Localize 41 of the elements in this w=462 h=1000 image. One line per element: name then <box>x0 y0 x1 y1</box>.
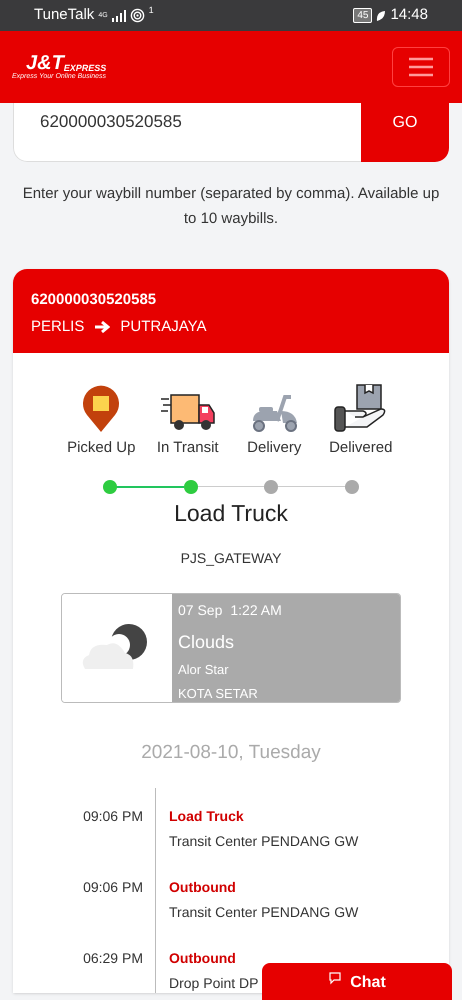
menu-icon <box>408 57 434 77</box>
stage-label: Delivery <box>247 438 302 458</box>
arrow-right-icon <box>94 320 110 334</box>
stage-label: In Transit <box>156 438 219 458</box>
weather-date: 07 Sep <box>178 601 222 620</box>
leaf-icon <box>376 10 386 22</box>
signal-icon <box>112 10 126 22</box>
date-heading: 2021-08-10, Tuesday <box>140 741 322 765</box>
event-time: 09:06 PM <box>82 878 143 896</box>
event-status: Outbound <box>169 948 237 968</box>
event-location: Drop Point DP <box>169 974 258 992</box>
hotspot-count: 1 <box>148 4 154 18</box>
chat-bubble-icon <box>328 971 342 985</box>
waybill-number: 620000030520585 <box>31 290 158 310</box>
waybill-input-field[interactable]: 620000030520585 <box>13 103 361 162</box>
clock-time: 14:48 <box>390 5 428 26</box>
carrier-name: TuneTalk <box>34 5 94 26</box>
stage-label: Picked Up <box>67 438 136 458</box>
logo-word: EXPRESS <box>64 64 106 73</box>
event-time: 09:06 PM <box>82 806 143 826</box>
event-status: Load Truck <box>169 806 245 826</box>
chat-button[interactable]: Chat <box>262 963 452 1000</box>
current-location-text: PJS_GATEWAY <box>180 549 282 568</box>
event-location: Transit Center PENDANG GW <box>169 832 358 850</box>
origin-text: PERLIS <box>31 316 84 336</box>
current-status-title: Load Truck <box>173 498 289 528</box>
waybill-hint-text: Enter your waybill number (separated by comma). Available up to 10 waybills. <box>22 184 440 229</box>
weather-area: KOTA SETAR <box>178 684 394 702</box>
stage-label: Delivered <box>329 438 392 458</box>
hotspot-icon <box>130 8 145 23</box>
go-button[interactable]: GO <box>361 103 449 162</box>
menu-button[interactable] <box>392 47 450 87</box>
event-time: 06:29 PM <box>82 948 143 968</box>
event-location: Transit Center PENDANG GW <box>169 902 358 922</box>
destination-text: PUTRAJAYA <box>120 316 206 336</box>
battery-icon: 45 <box>353 8 372 23</box>
logo-mark: J&T <box>26 52 64 73</box>
event-status: Outbound <box>169 878 237 896</box>
weather-condition: Clouds <box>178 631 236 654</box>
weather-time: 1:22 AM <box>230 601 282 620</box>
weather-city: Alor Star <box>178 661 230 679</box>
